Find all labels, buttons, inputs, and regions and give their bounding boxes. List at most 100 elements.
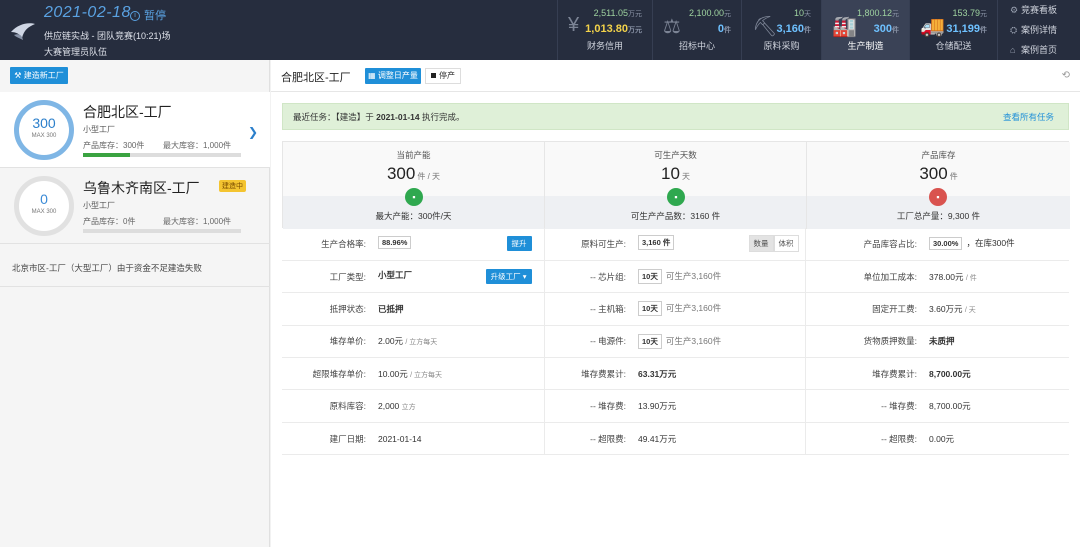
capacity-max: MAX 300 bbox=[31, 209, 57, 215]
attr-value: 提升 88.96% bbox=[374, 228, 545, 261]
menu-label: 案例首页 bbox=[1021, 45, 1058, 55]
tree-icon: ▪ bbox=[667, 188, 685, 206]
summary-unit: 件 / 天 bbox=[417, 172, 441, 181]
summary-1: 可生产天数 10 天 ▪ 可生产产品数：3160 件 bbox=[545, 142, 807, 229]
stop-icon bbox=[431, 73, 436, 78]
stat-label: 原料采购 bbox=[763, 41, 800, 51]
factory-title: 合肥北区-工厂 bbox=[281, 72, 351, 84]
stat-bottom-number: 31,199 bbox=[946, 23, 980, 35]
building-badge: 建造中 bbox=[219, 180, 246, 192]
attr-value: 升级工厂 ▾ 小型工厂 bbox=[374, 260, 545, 294]
inventory-progress-bar bbox=[83, 229, 241, 233]
factory-inventory: 产品库存：300件 bbox=[83, 141, 145, 150]
header-stat-0[interactable]: ¥2,511.05万元 1,013.80万元 财务信用 bbox=[557, 0, 652, 60]
inventory-progress-bar bbox=[83, 153, 241, 157]
attr-value-text: 378.00元 bbox=[929, 271, 964, 282]
attr-value: 49.41万元 bbox=[634, 422, 806, 456]
stat-top-unit: 元 bbox=[892, 11, 899, 18]
stop-production-button[interactable]: 停产 bbox=[425, 68, 461, 84]
attr-key: -- 电源件: bbox=[544, 325, 634, 359]
header-stat-3[interactable]: 🏭 1,800.12元 300件 生产制造 bbox=[821, 0, 909, 60]
build-factory-button[interactable]: ⚒ 建造新工厂 bbox=[10, 67, 68, 84]
attr-row: 抵押状态: 已抵押 -- 主机箱: 10天 可生产3,160件 固定开工费: 3.60万元 … bbox=[282, 292, 1069, 326]
capacity-ring: 300 MAX 300 bbox=[14, 100, 74, 160]
pause-label: 暂停 bbox=[144, 10, 166, 22]
stat-top-unit: 万元 bbox=[628, 11, 642, 18]
view-all-tasks-link[interactable]: 查看所有任务 bbox=[1003, 104, 1054, 130]
attr-key: 固定开工费: bbox=[805, 292, 925, 326]
attr-key: 货物质押数量: bbox=[805, 325, 925, 359]
attr-unit: / 件 bbox=[965, 274, 977, 282]
attr-value-text: 10.00元 bbox=[378, 368, 408, 379]
attr-value: 0.00元 bbox=[925, 422, 1069, 456]
factory-sidebar: ⚒ 建造新工厂 300 MAX 300 合肥北区-工厂 小型工厂 产品库存：300件 最大… bbox=[0, 60, 270, 547]
info-icon: i bbox=[130, 11, 140, 22]
attr-key: 工厂类型: bbox=[282, 260, 374, 294]
attr-value-text: 小型工厂 bbox=[378, 270, 413, 281]
factory-max-storage: 最大库容：1,000件 bbox=[163, 217, 232, 226]
header-menu-item-1[interactable]: ⛭ 案例详情 bbox=[998, 20, 1080, 40]
summary-number: 300 bbox=[386, 164, 416, 183]
factory-card-1[interactable]: 0 MAX 300 乌鲁木齐南区-工厂 小型工厂 产品库存：0件 最大库容：1,000件 建… bbox=[0, 168, 270, 244]
stat-label: 财务信用 bbox=[586, 41, 623, 51]
chevron-right-icon[interactable]: ❯ bbox=[248, 125, 258, 139]
header-stat-4[interactable]: 🚚 153.79元 31,199件 仓储配送 bbox=[909, 0, 997, 60]
attr-key: 产品库容占比: bbox=[805, 228, 925, 261]
attr-key: -- 芯片组: bbox=[544, 260, 634, 294]
pause-status[interactable]: i 暂停 bbox=[130, 7, 166, 23]
header-stat-2[interactable]: ⛏ 10天 3,160件 原料采购 bbox=[741, 0, 821, 60]
attr-key: 单位加工成本: bbox=[805, 260, 925, 294]
attr-row: 生产合格率: 提升 88.96% 原料可生产: 数量 体积 3,160 件 产品库容占比: 30… bbox=[282, 228, 1069, 261]
factory-name: 合肥北区-工厂 bbox=[83, 104, 172, 120]
attr-key: 抵押状态: bbox=[282, 292, 374, 326]
attr-value: 10天 可生产3,160件 bbox=[634, 260, 806, 294]
capacity-value: 0 bbox=[40, 191, 48, 207]
attr-value: 数量 体积 3,160 件 bbox=[634, 228, 806, 261]
attr-value: 378.00元 / 件 bbox=[925, 260, 1069, 294]
improve-button[interactable]: 提升 bbox=[506, 236, 532, 252]
stat-bottom-unit: 件 bbox=[980, 27, 987, 34]
summary-panel: 当前产能 300 件 / 天 ▪ 最大产能：300件/天 可生产天数 10 天 ▪ 可生产产品数：… bbox=[282, 141, 1070, 229]
attr-unit: / 立方每天 bbox=[410, 371, 443, 379]
summary-value: 10 天 bbox=[545, 164, 806, 184]
toggle-option-0[interactable]: 数量 bbox=[748, 235, 774, 253]
adjust-output-button[interactable]: ▦ 调整日产量 bbox=[365, 68, 421, 84]
attr-key: -- 堆存费: bbox=[544, 389, 634, 423]
mine-cart-icon: ⛏ bbox=[752, 16, 778, 38]
attr-value-text: 13.90万元 bbox=[638, 401, 677, 412]
summary-value: 300 件 bbox=[807, 164, 1070, 184]
sidebar-divider bbox=[0, 286, 270, 287]
stat-bottom-unit: 万元 bbox=[628, 27, 642, 34]
attr-value-text: 已抵押 bbox=[378, 303, 404, 314]
attr-value-box: 3,160 件 bbox=[638, 235, 675, 251]
attr-key: -- 超限费: bbox=[805, 422, 925, 456]
header-menu-item-2[interactable]: ⌂ 案例首页 bbox=[998, 40, 1080, 60]
factory-attributes-table: 生产合格率: 提升 88.96% 原料可生产: 数量 体积 3,160 件 产品库容占比: 30… bbox=[282, 228, 1069, 456]
factory-icon: ▪ bbox=[405, 188, 423, 206]
attr-key: 堆存费累计: bbox=[805, 357, 925, 391]
attr-value-box: 88.96% bbox=[378, 236, 412, 250]
stat-top-unit: 元 bbox=[724, 11, 731, 18]
quantity-volume-toggle[interactable]: 数量 体积 bbox=[748, 235, 799, 253]
attr-key: 原料可生产: bbox=[544, 228, 634, 261]
attr-row: 堆存单价: 2.00元 / 立方每天 -- 电源件: 10天 可生产3,160件 货物质押… bbox=[282, 325, 1069, 359]
stat-top-number: 153.79 bbox=[952, 8, 980, 18]
attr-value: 未质押 bbox=[925, 325, 1069, 359]
header-stat-1[interactable]: ⚖ 2,100.00元 0件 招标中心 bbox=[652, 0, 741, 60]
stat-bottom-unit: 件 bbox=[724, 27, 731, 34]
attr-value: 10.00元 / 立方每天 bbox=[374, 357, 545, 391]
stat-label: 生产制造 bbox=[847, 41, 884, 51]
factory-card-0[interactable]: 300 MAX 300 合肥北区-工厂 小型工厂 产品库存：300件 最大库容：1,000… bbox=[0, 92, 270, 168]
attr-value: 8,700.00元 bbox=[925, 389, 1069, 423]
stat-top-number: 2,511.05 bbox=[593, 8, 628, 18]
attr-value-text: 49.41万元 bbox=[638, 433, 677, 444]
header-menu-item-0[interactable]: ⚙ 竞赛看板 bbox=[998, 0, 1080, 20]
refresh-icon[interactable]: ⟲ bbox=[1062, 70, 1070, 81]
attr-key: 生产合格率: bbox=[282, 228, 374, 261]
factory-max-storage: 最大库容：1,000件 bbox=[163, 141, 232, 150]
attr-value: 30.00% ，在库300件 bbox=[925, 228, 1069, 261]
upgrade-factory-button[interactable]: 升级工厂 ▾ bbox=[485, 269, 532, 285]
attr-value-text: 3.60万元 bbox=[929, 303, 963, 314]
menu-label: 竞赛看板 bbox=[1021, 5, 1058, 15]
toggle-option-1[interactable]: 体积 bbox=[773, 235, 799, 253]
